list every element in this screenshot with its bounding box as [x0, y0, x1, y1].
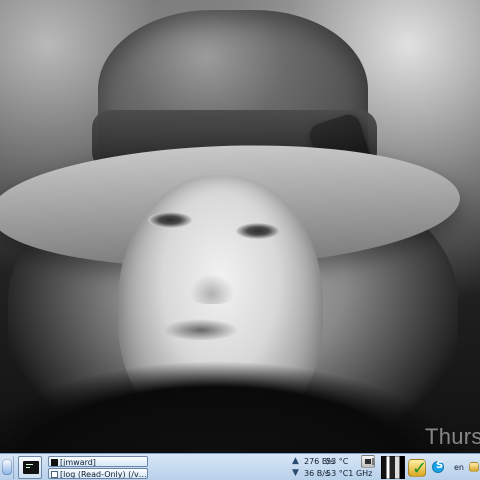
launcher-terminal-button[interactable] — [18, 456, 42, 479]
start-menu-icon — [2, 459, 12, 475]
wallpaper-nose-shadow — [186, 270, 238, 304]
tray-status-button[interactable] — [468, 456, 480, 479]
status-icon — [469, 462, 479, 472]
document-window-icon — [51, 471, 58, 478]
terminal-icon — [23, 461, 39, 474]
download-arrow-icon: ▼ — [292, 468, 299, 478]
taskbar-window-button-log[interactable]: [log (Read-Only) (/var/l... — [48, 468, 148, 479]
start-menu-button[interactable] — [0, 456, 14, 479]
sensor-temp-2-freq: 53 °C1 GHz — [326, 469, 373, 478]
upload-arrow-icon: ▲ — [292, 456, 299, 466]
wallpaper-mouth — [160, 318, 242, 340]
taskbar: [jmward] [log (Read-Only) (/var/l... ▲ 2… — [0, 453, 480, 480]
sensors-monitor: 53 °C 53 °C1 GHz — [326, 455, 376, 479]
taskbar-window-button-jmward[interactable]: [jmward] — [48, 456, 148, 467]
skype-icon — [432, 460, 444, 473]
taskbar-window-title: [log (Read-Only) (/var/l... — [60, 470, 147, 479]
wallpaper-eye-right — [236, 223, 280, 239]
taskbar-window-title: [jmward] — [60, 458, 96, 467]
cpu-sensor-icon — [361, 455, 375, 468]
keyboard-language[interactable]: en — [452, 456, 466, 479]
tray-update-button[interactable] — [406, 456, 428, 479]
wallpaper-eye-left — [148, 212, 192, 228]
tray-skype-button[interactable] — [430, 456, 446, 479]
tray-thumbnail[interactable] — [381, 456, 405, 479]
desktop-watermark-text: Thursd — [425, 424, 480, 449]
wallpaper-shoulders — [0, 360, 480, 453]
desktop-wallpaper: Thursd — [0, 0, 480, 453]
terminal-window-icon — [51, 459, 58, 466]
taskbar-window-list: [jmward] [log (Read-Only) (/var/l... — [48, 456, 148, 479]
checkmark-shield-icon — [408, 458, 427, 479]
